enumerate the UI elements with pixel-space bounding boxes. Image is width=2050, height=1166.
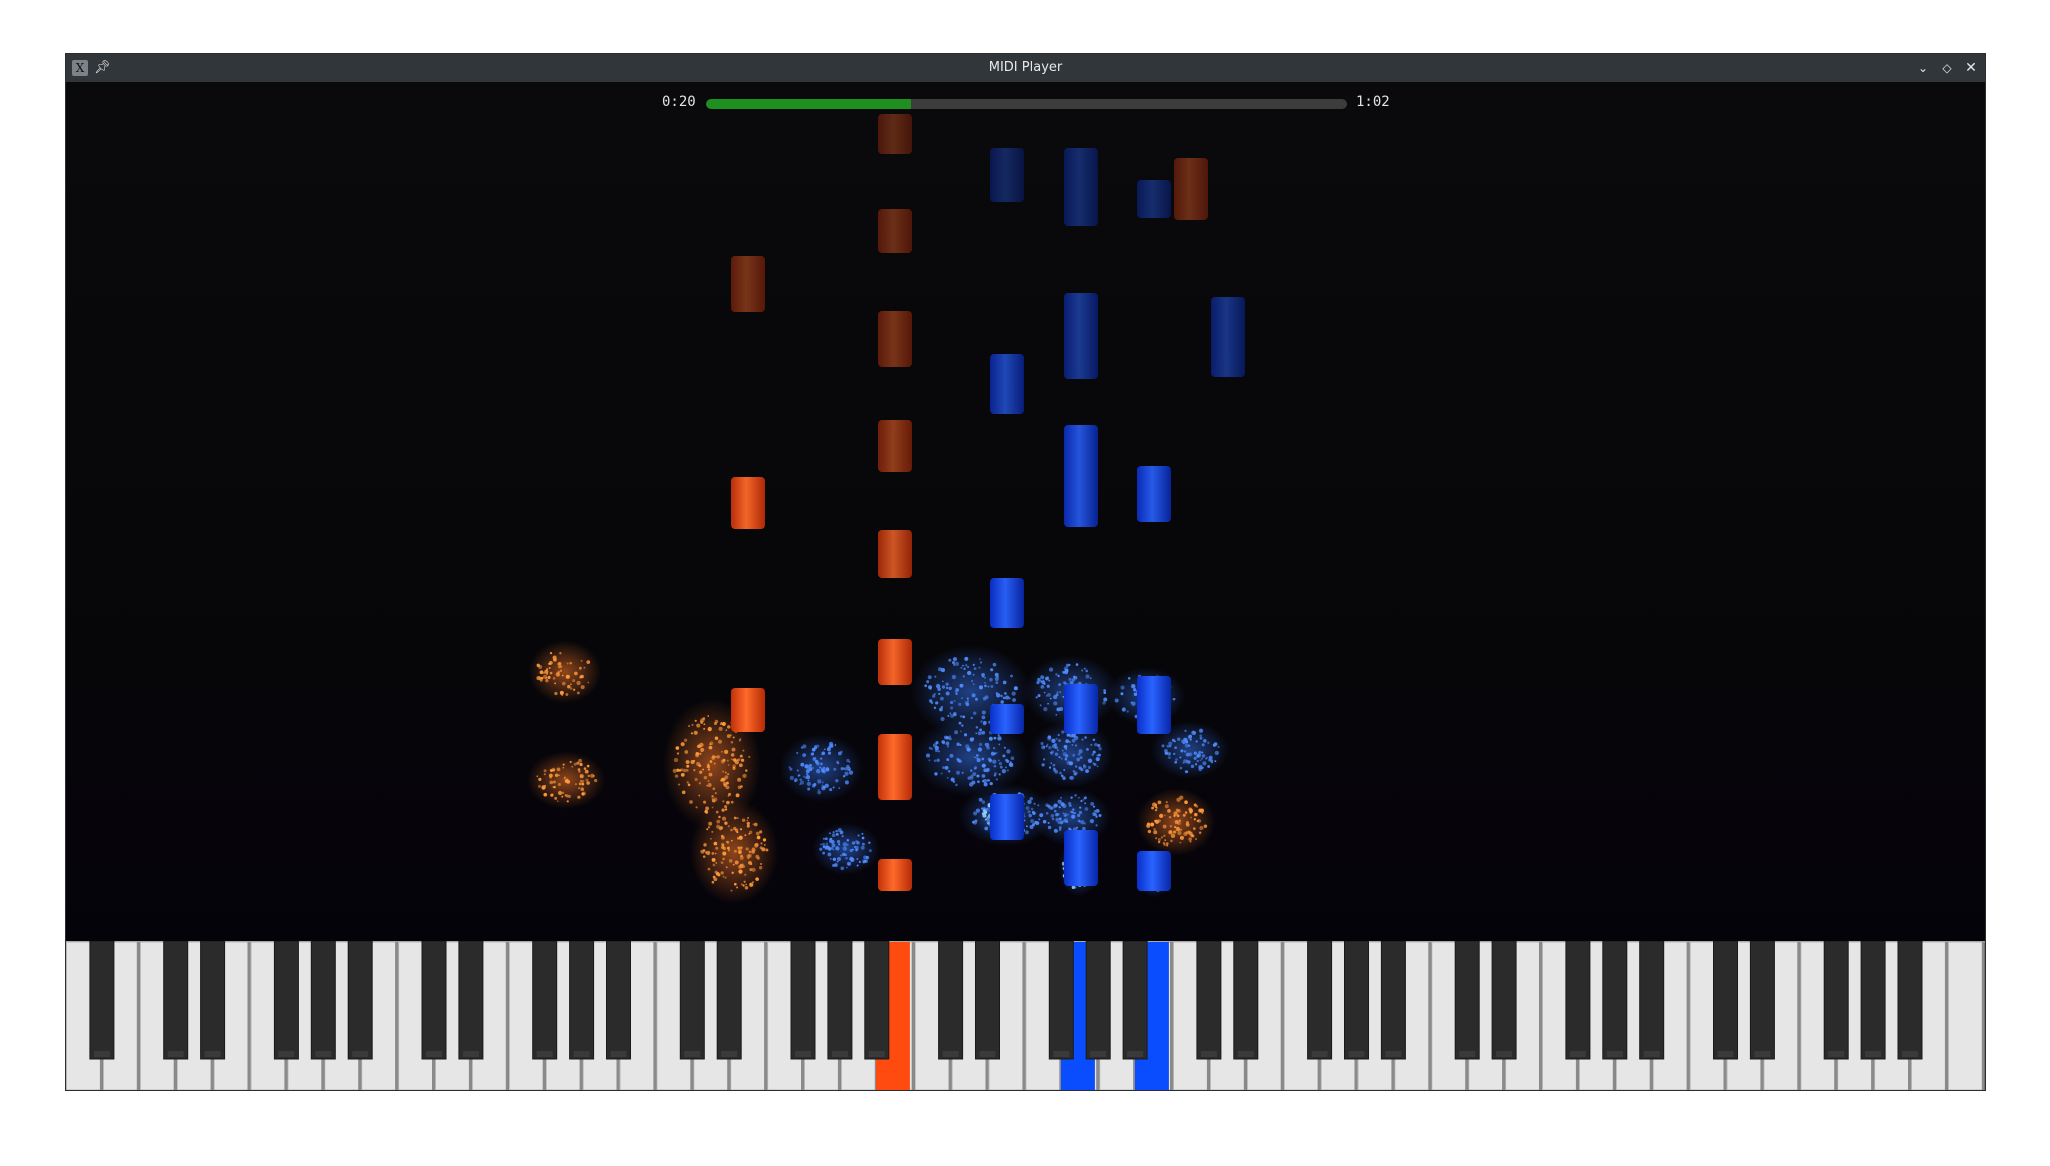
right-hand-note <box>990 704 1024 734</box>
left-hand-note <box>878 734 912 800</box>
progress-fill <box>706 99 912 109</box>
right-hand-note <box>1137 466 1171 522</box>
diamond-icon[interactable]: ◇ <box>1939 60 1955 76</box>
total-time: 1:02 <box>1356 94 1390 110</box>
left-hand-note <box>878 859 912 891</box>
right-hand-note <box>1211 297 1245 377</box>
black-key[interactable] <box>89 941 115 1060</box>
left-hand-note <box>1174 158 1208 220</box>
right-hand-note <box>990 794 1024 840</box>
title-bar[interactable]: X 📌︎ MIDI Player ⌄ ◇ ✕ <box>66 54 1985 82</box>
black-key[interactable] <box>273 941 299 1060</box>
black-key[interactable] <box>1380 941 1406 1060</box>
black-key[interactable] <box>1048 941 1074 1060</box>
left-hand-note <box>731 256 765 312</box>
black-key[interactable] <box>1823 941 1849 1060</box>
piano-keyboard[interactable] <box>66 941 1985 1090</box>
black-key[interactable] <box>606 941 631 1060</box>
progress-bar[interactable]: 0:20 1:02 <box>66 90 1985 116</box>
black-key[interactable] <box>790 941 816 1060</box>
left-hand-note <box>878 209 912 253</box>
left-hand-note <box>878 114 912 154</box>
midi-player-window: X 📌︎ MIDI Player ⌄ ◇ ✕ 0:20 1:02 <box>66 54 1985 1090</box>
falling-notes-canvas <box>527 114 1245 904</box>
right-hand-note <box>1064 425 1098 527</box>
black-key[interactable] <box>975 941 1000 1060</box>
current-time: 0:20 <box>662 94 696 110</box>
black-key[interactable] <box>1897 941 1923 1060</box>
left-hand-note <box>878 311 912 367</box>
black-key[interactable] <box>569 941 595 1060</box>
chevron-down-icon[interactable]: ⌄ <box>1915 60 1931 76</box>
black-key[interactable] <box>1602 941 1628 1060</box>
white-key[interactable] <box>1947 941 1984 1090</box>
black-key[interactable] <box>1860 941 1886 1060</box>
window-title: MIDI Player <box>988 60 1063 75</box>
black-key[interactable] <box>827 941 853 1060</box>
right-hand-note <box>1064 293 1098 379</box>
right-hand-note <box>1064 148 1098 226</box>
black-key[interactable] <box>1233 941 1259 1060</box>
black-key[interactable] <box>1639 941 1665 1060</box>
left-hand-note <box>878 420 912 472</box>
black-key[interactable] <box>532 941 558 1060</box>
black-key[interactable] <box>716 941 742 1060</box>
black-key[interactable] <box>1565 941 1591 1060</box>
black-key[interactable] <box>421 941 447 1060</box>
piano-roll: 0:20 1:02 <box>66 82 1985 941</box>
black-key[interactable] <box>200 941 226 1060</box>
right-hand-note <box>1064 684 1098 734</box>
progress-track[interactable] <box>706 99 1347 109</box>
right-hand-note <box>1064 830 1098 886</box>
black-key[interactable] <box>679 941 705 1060</box>
right-hand-note <box>990 148 1024 202</box>
black-key[interactable] <box>1085 941 1111 1060</box>
right-hand-note <box>1137 180 1171 218</box>
left-hand-note <box>878 530 912 578</box>
black-key[interactable] <box>1344 941 1369 1060</box>
right-hand-note <box>1137 851 1171 891</box>
black-key[interactable] <box>347 941 373 1060</box>
right-hand-note <box>1137 676 1171 734</box>
left-hand-note <box>731 477 765 529</box>
black-key[interactable] <box>1713 941 1738 1060</box>
black-key[interactable] <box>310 941 336 1060</box>
left-hand-note <box>878 639 912 685</box>
right-hand-note <box>990 578 1024 628</box>
black-key[interactable] <box>1491 941 1517 1060</box>
piano-keys[interactable] <box>66 941 1985 1090</box>
right-hand-note <box>990 354 1024 414</box>
black-key[interactable] <box>1307 941 1333 1060</box>
black-key[interactable] <box>1122 941 1148 1060</box>
close-icon[interactable]: ✕ <box>1963 60 1979 76</box>
left-hand-note <box>731 688 765 732</box>
black-key[interactable] <box>1196 941 1222 1060</box>
black-key[interactable] <box>864 941 890 1060</box>
black-key[interactable] <box>1749 941 1775 1060</box>
black-key[interactable] <box>458 941 484 1060</box>
black-key[interactable] <box>1454 941 1480 1060</box>
black-key[interactable] <box>163 941 189 1060</box>
black-key[interactable] <box>938 941 964 1060</box>
